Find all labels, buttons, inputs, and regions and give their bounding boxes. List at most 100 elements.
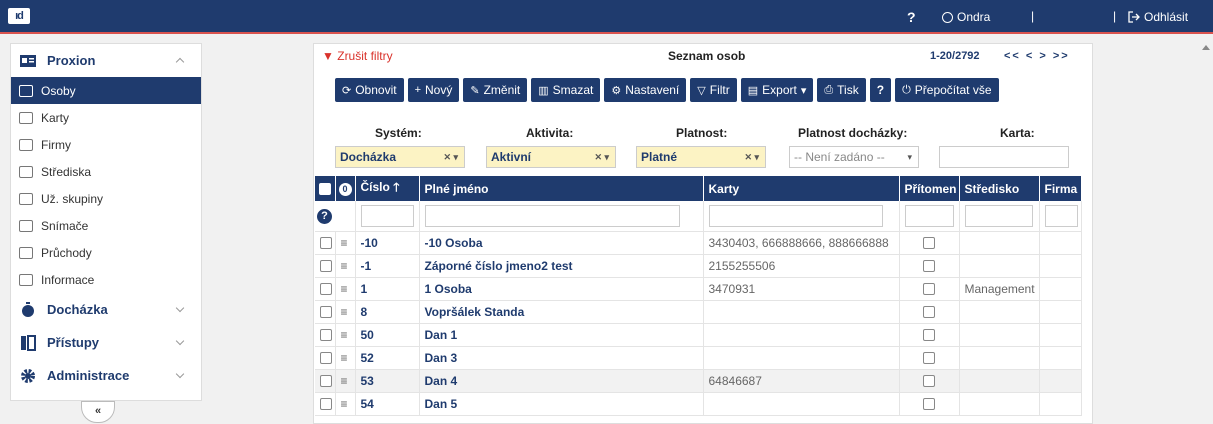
sidebar-item-karty[interactable]: Karty: [11, 104, 201, 131]
header-number[interactable]: Číslo 🡑: [355, 176, 420, 201]
sidebar-item-snimace[interactable]: Snímače: [11, 212, 201, 239]
row-checkbox[interactable]: [320, 260, 332, 273]
row-checkbox[interactable]: [320, 375, 332, 388]
row-checkbox[interactable]: [320, 352, 332, 365]
table-row[interactable]: ≡ 50 Dan 1: [315, 323, 1082, 347]
user-menu[interactable]: Ondra: [942, 10, 990, 24]
row-checkbox[interactable]: [320, 283, 332, 296]
row-menu-cell: ≡: [335, 231, 356, 255]
present-checkbox[interactable]: [923, 237, 935, 250]
number-filter-input[interactable]: [360, 204, 414, 227]
scroll-up-icon[interactable]: [1202, 45, 1210, 50]
row-number: 1: [355, 277, 420, 301]
settings-button[interactable]: ⚙ Nastavení: [604, 78, 687, 102]
row-checkbox-cell: [315, 300, 336, 324]
help-button[interactable]: ?: [869, 78, 892, 102]
present-checkbox[interactable]: [923, 398, 935, 411]
row-checkbox-cell: [315, 392, 336, 416]
row-cards: 3430403, 666888666, 888666888: [703, 231, 900, 255]
clear-chevron-icon[interactable]: ✕ ▾: [744, 147, 759, 167]
hamburger-icon[interactable]: ≡: [341, 328, 348, 342]
sidebar-section-dochazka[interactable]: Docházka: [11, 293, 201, 326]
edit-button[interactable]: ✎ Změnit: [463, 78, 528, 102]
row-checkbox[interactable]: [320, 329, 332, 342]
header-company[interactable]: Firma: [1039, 176, 1082, 201]
table-row[interactable]: ≡ -10 -10 Osoba 3430403, 666888666, 8886…: [315, 231, 1082, 255]
delete-button[interactable]: ▥ Smazat: [531, 78, 601, 102]
table-row[interactable]: ≡ 53 Dan 4 64846687: [315, 369, 1082, 393]
pager-navigation[interactable]: << < > >>: [1004, 50, 1070, 62]
header-full-name[interactable]: Plné jméno: [419, 176, 704, 201]
header-cards[interactable]: Karty: [703, 176, 900, 201]
row-name: Dan 5: [419, 392, 704, 416]
header-select-all[interactable]: [315, 176, 336, 201]
select-all-checkbox[interactable]: [319, 183, 331, 196]
row-checkbox-cell: [315, 254, 336, 278]
table-row[interactable]: ≡ 8 Vopršálek Standa: [315, 300, 1082, 324]
table-row[interactable]: ≡ 52 Dan 3: [315, 346, 1082, 370]
present-checkbox[interactable]: [923, 260, 935, 273]
sidebar-item-strediska[interactable]: Střediska: [11, 158, 201, 185]
validity-filter-select[interactable]: Platné ✕ ▾: [636, 146, 766, 168]
present-checkbox[interactable]: [923, 375, 935, 388]
logout-button[interactable]: Odhlásit: [1128, 10, 1188, 24]
sidebar-item-firmy[interactable]: Firmy: [11, 131, 201, 158]
validity-filter-value: Platné: [641, 150, 678, 164]
sidebar-section-administrace[interactable]: Administrace: [11, 359, 201, 392]
sidebar-item-osoby[interactable]: Osoby: [11, 77, 201, 104]
help-button[interactable]: ?: [907, 9, 916, 25]
sidebar-item-label: Střediska: [41, 164, 92, 179]
row-checkbox-cell: [315, 231, 336, 255]
clear-filters-link[interactable]: ▼ Zrušit filtry: [322, 49, 393, 63]
name-filter-input[interactable]: [424, 204, 681, 227]
new-button[interactable]: + Nový: [407, 78, 460, 102]
hamburger-icon[interactable]: ≡: [341, 374, 348, 388]
sidebar-item-pruchody[interactable]: Průchody: [11, 239, 201, 266]
activity-filter-select[interactable]: Aktivní ✕ ▾: [486, 146, 616, 168]
present-checkbox[interactable]: [923, 352, 935, 365]
hamburger-icon[interactable]: ≡: [341, 282, 348, 296]
hamburger-icon[interactable]: ≡: [341, 236, 348, 250]
sidebar-section-proxion[interactable]: Proxion: [11, 44, 201, 77]
help-circle-icon[interactable]: ?: [317, 208, 332, 224]
app-logo[interactable]: ıd: [8, 8, 30, 24]
user-icon: [942, 11, 953, 23]
row-checkbox[interactable]: [320, 237, 332, 250]
export-button[interactable]: ▤ Export ▾: [740, 78, 814, 102]
sidebar-item-label: Karty: [41, 110, 70, 125]
system-filter-select[interactable]: Docházka ✕ ▾: [335, 146, 465, 168]
sidebar-collapse-button[interactable]: «: [81, 401, 115, 423]
company-filter-input[interactable]: [1044, 204, 1078, 227]
pager-info: 1-20/2792: [930, 50, 980, 62]
header-present[interactable]: Přítomen: [899, 176, 960, 201]
print-button[interactable]: ⎙ Tisk: [817, 78, 866, 102]
sidebar-item-informace[interactable]: Informace: [11, 266, 201, 293]
card-filter-input[interactable]: [939, 146, 1069, 168]
hamburger-icon[interactable]: ≡: [341, 397, 348, 411]
sidebar-item-user-groups[interactable]: Už. skupiny: [11, 185, 201, 212]
table-row[interactable]: ≡ 54 Dan 5: [315, 392, 1082, 416]
present-checkbox[interactable]: [923, 283, 935, 296]
present-filter-input[interactable]: [904, 204, 955, 227]
row-checkbox[interactable]: [320, 306, 332, 319]
header-center[interactable]: Středisko: [959, 176, 1040, 201]
att-validity-filter-select[interactable]: -- Není zadáno -- ▾: [789, 146, 919, 168]
clear-chevron-icon[interactable]: ✕ ▾: [443, 147, 458, 167]
row-checkbox[interactable]: [320, 398, 332, 411]
cards-filter-input[interactable]: [708, 204, 884, 227]
filter-button[interactable]: ▽ Filtr: [690, 78, 737, 102]
table-row[interactable]: ≡ 1 1 Osoba 3470931 Management: [315, 277, 1082, 301]
hamburger-icon[interactable]: ≡: [341, 305, 348, 319]
recalc-button[interactable]: ⏻ Přepočítat vše: [895, 78, 999, 102]
header-number-label: Číslo: [360, 180, 390, 194]
clear-chevron-icon[interactable]: ✕ ▾: [594, 147, 609, 167]
sidebar-section-pristupy[interactable]: Přístupy: [11, 326, 201, 359]
table-row[interactable]: ≡ -1 Záporné číslo jmeno2 test 215525550…: [315, 254, 1082, 278]
center-filter-input[interactable]: [964, 204, 1033, 227]
hamburger-icon[interactable]: ≡: [341, 351, 348, 365]
present-checkbox[interactable]: [923, 329, 935, 342]
hamburger-icon[interactable]: ≡: [341, 259, 348, 273]
page-scrollbar[interactable]: [1199, 40, 1213, 424]
refresh-button[interactable]: ⟳ Obnovit: [335, 78, 404, 102]
present-checkbox[interactable]: [923, 306, 935, 319]
